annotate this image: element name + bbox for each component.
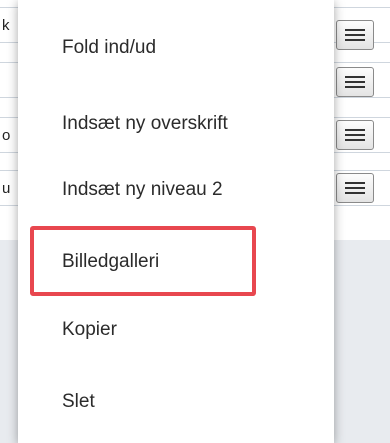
hamburger-menu-icon: [345, 129, 365, 131]
menu-item-copy[interactable]: Kopier: [18, 310, 334, 350]
hamburger-menu-icon: [345, 182, 365, 184]
list-row-text: u: [2, 180, 11, 197]
row-menu-button[interactable]: [336, 120, 374, 150]
menu-item-image-gallery[interactable]: Billedgalleri: [18, 242, 334, 282]
menu-item-fold[interactable]: Fold ind/ud: [18, 28, 334, 68]
menu-item-delete[interactable]: Slet: [18, 382, 334, 422]
menu-item-insert-level-2[interactable]: Indsæt ny niveau 2: [18, 170, 334, 210]
hamburger-menu-icon: [345, 76, 365, 78]
row-menu-button[interactable]: [336, 67, 374, 97]
context-menu: Fold ind/ud Indsæt ny overskrift Indsæt …: [18, 0, 334, 443]
list-row-text: k: [2, 17, 10, 34]
row-menu-button[interactable]: [336, 20, 374, 50]
hamburger-menu-icon: [345, 29, 365, 31]
list-row-text: o: [2, 127, 11, 144]
row-menu-button[interactable]: [336, 173, 374, 203]
menu-item-insert-heading[interactable]: Indsæt ny overskrift: [18, 104, 334, 144]
